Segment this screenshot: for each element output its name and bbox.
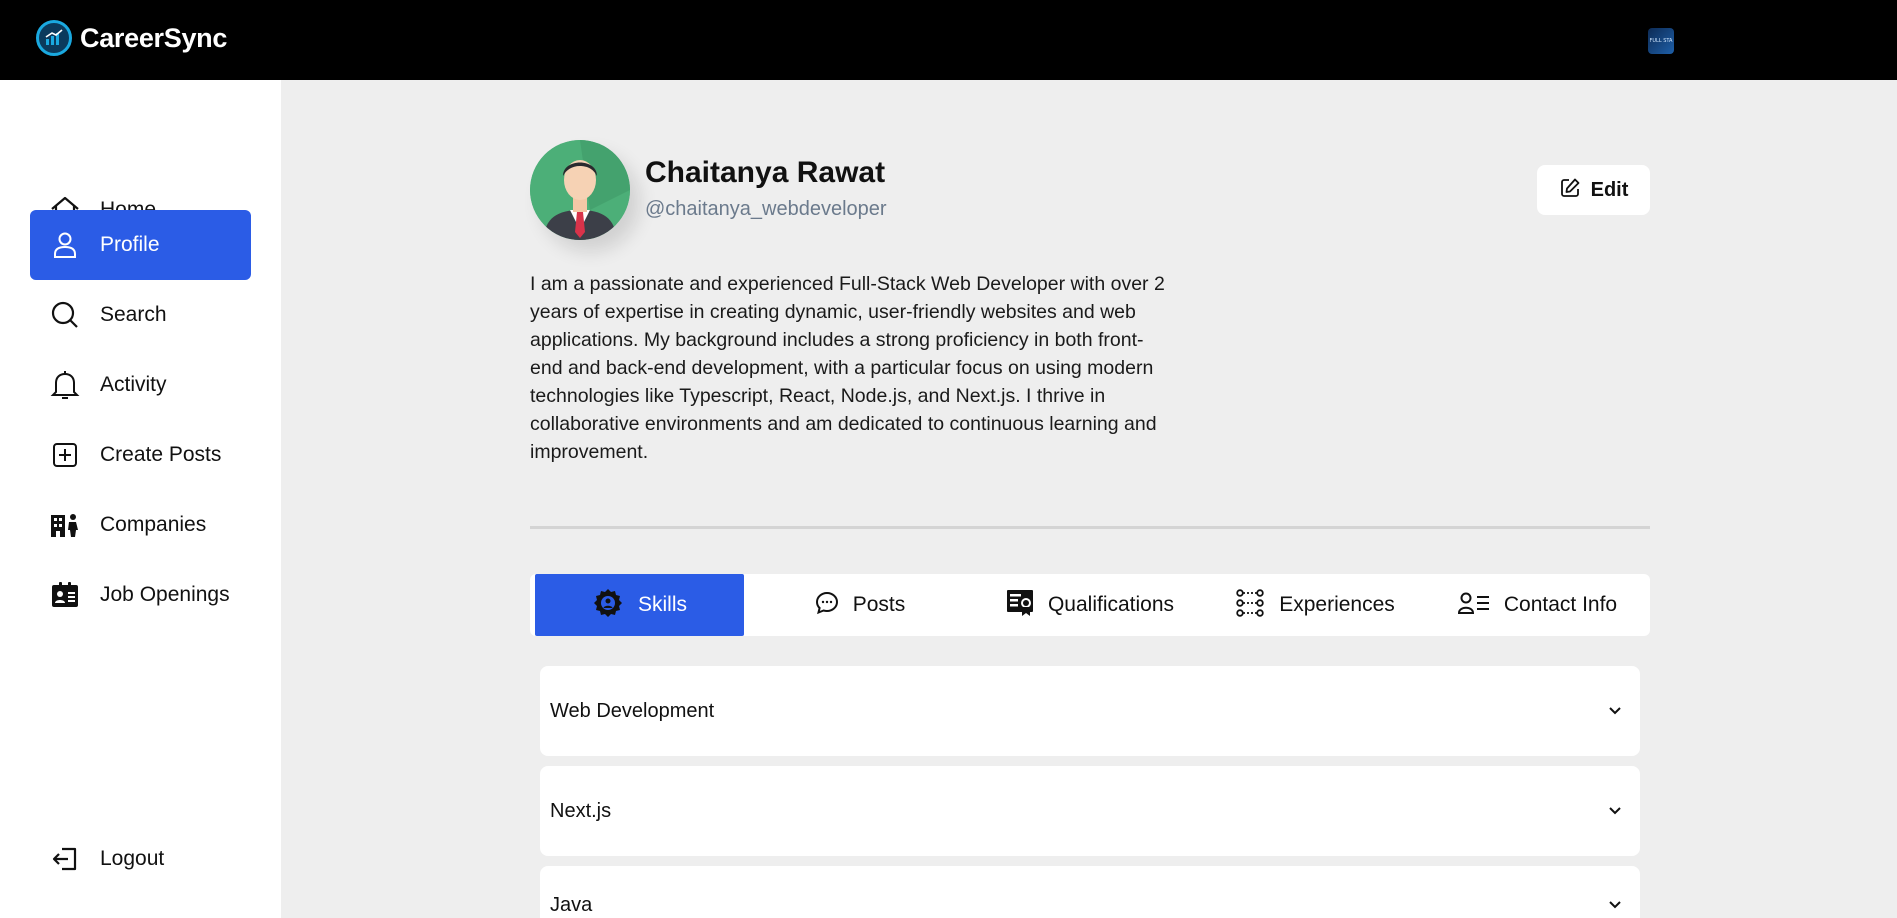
sidebar-item-label: Search bbox=[100, 303, 167, 326]
skill-label: Web Development bbox=[550, 699, 715, 722]
bell-icon bbox=[30, 369, 100, 401]
edit-profile-button[interactable]: Edit bbox=[1537, 165, 1650, 215]
profile-tabs: Skills Posts Qualifications Experiences … bbox=[530, 574, 1650, 636]
user-avatar-text: FULL STA bbox=[1649, 38, 1673, 44]
skill-label: Java bbox=[550, 894, 593, 916]
tab-skills[interactable]: Skills bbox=[535, 574, 744, 636]
route-icon bbox=[1235, 588, 1265, 623]
building-icon bbox=[30, 511, 100, 539]
logout-label: Logout bbox=[100, 847, 165, 870]
sidebar: Home Profile Search Activity bbox=[0, 80, 281, 918]
tab-label: Skills bbox=[637, 593, 687, 616]
sidebar-item-create-posts[interactable]: Create Posts bbox=[30, 420, 251, 490]
skill-label: Next.js bbox=[550, 799, 612, 822]
sidebar-item-search[interactable]: Search bbox=[30, 280, 251, 350]
sidebar-item-label: Job Openings bbox=[100, 583, 230, 606]
edit-label: Edit bbox=[1590, 178, 1629, 201]
sidebar-item-profile[interactable]: Profile bbox=[30, 210, 251, 280]
tab-experiences[interactable]: Experiences bbox=[1200, 574, 1430, 636]
sidebar-item-label: Create Posts bbox=[100, 443, 222, 466]
user-icon bbox=[30, 230, 100, 260]
skill-accordion-item[interactable]: Java bbox=[540, 866, 1640, 918]
brand-name: CareerSync bbox=[80, 22, 228, 53]
tab-label: Posts bbox=[852, 593, 906, 616]
sidebar-item-label: Activity bbox=[100, 373, 167, 396]
sidebar-item-companies[interactable]: Companies bbox=[30, 490, 251, 560]
skill-accordion-item[interactable]: Web Development bbox=[540, 666, 1640, 756]
chevron-down-icon bbox=[1600, 706, 1630, 716]
tab-label: Experiences bbox=[1279, 593, 1395, 616]
brand-logo-icon bbox=[36, 20, 72, 56]
gear-icon bbox=[592, 587, 624, 624]
tab-qualifications[interactable]: Qualifications bbox=[975, 574, 1205, 636]
section-divider bbox=[530, 526, 1650, 529]
tab-label: Qualifications bbox=[1047, 593, 1175, 616]
certificate-icon bbox=[1006, 588, 1034, 623]
plus-square-icon bbox=[30, 441, 100, 469]
logout-icon bbox=[30, 845, 100, 873]
chevron-down-icon bbox=[1600, 806, 1630, 816]
profile-bio: I am a passionate and experienced Full-S… bbox=[530, 273, 1165, 463]
sidebar-item-label: Profile bbox=[100, 233, 160, 256]
search-icon bbox=[30, 300, 100, 330]
user-avatar[interactable]: FULL STA bbox=[1648, 28, 1674, 54]
chat-bubble-icon bbox=[815, 591, 839, 620]
chevron-down-icon bbox=[1600, 900, 1630, 918]
profile-name: Chaitanya Rawat bbox=[645, 156, 886, 189]
tab-contact-info[interactable]: Contact Info bbox=[1425, 574, 1650, 636]
top-bar: CareerSync FULL STA bbox=[0, 0, 1897, 80]
edit-icon bbox=[1559, 177, 1581, 204]
contact-icon bbox=[1457, 591, 1490, 620]
sidebar-item-activity[interactable]: Activity bbox=[30, 350, 251, 420]
sidebar-item-label: Companies bbox=[100, 513, 207, 536]
profile-handle: @chaitanya_webdeveloper bbox=[645, 198, 887, 220]
sidebar-item-job-openings[interactable]: Job Openings bbox=[30, 560, 251, 630]
tab-label: Contact Info bbox=[1503, 593, 1618, 616]
skill-accordion-item[interactable]: Next.js bbox=[540, 766, 1640, 856]
tab-posts[interactable]: Posts bbox=[760, 574, 960, 636]
brand[interactable]: CareerSync bbox=[36, 20, 227, 56]
id-card-icon bbox=[30, 581, 100, 609]
profile-avatar bbox=[530, 140, 630, 240]
logout-button[interactable]: Logout bbox=[30, 824, 251, 894]
